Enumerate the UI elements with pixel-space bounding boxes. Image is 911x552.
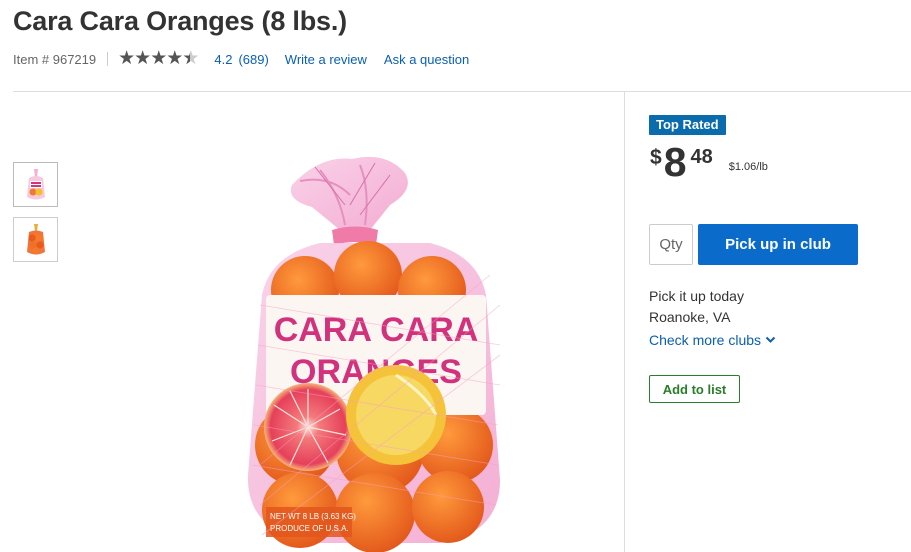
- price: $ 8 48 $1.06/lb: [650, 140, 768, 184]
- chevron-down-icon: [765, 336, 776, 344]
- star-full-icon: ★: [150, 48, 167, 69]
- check-more-clubs-label: Check more clubs: [649, 332, 762, 348]
- pickup-heading: Pick it up today: [649, 288, 744, 304]
- thumbnail-2[interactable]: [13, 217, 58, 262]
- price-dollars: 8: [663, 139, 687, 185]
- product-meta: Item # 967219 ★ ★ ★ ★ ★ 4.2 (689) Write …: [13, 48, 469, 69]
- rating-count[interactable]: (689): [238, 52, 268, 67]
- package-text-line1: CARA CARA: [274, 311, 479, 349]
- pick-up-in-club-button[interactable]: Pick up in club: [698, 224, 858, 265]
- rating-value[interactable]: 4.2: [214, 52, 232, 67]
- quantity-input[interactable]: [649, 224, 693, 265]
- unit-price: $1.06/lb: [728, 161, 768, 173]
- rating-stars[interactable]: ★ ★ ★ ★ ★: [118, 48, 199, 69]
- divider: [107, 52, 109, 66]
- product-image[interactable]: CARA CARA ORANGES NET WT 8 LB (3.63 KG) …: [200, 145, 580, 552]
- thumbnail-1[interactable]: [13, 162, 58, 207]
- product-title: Cara Cara Oranges (8 lbs.): [13, 6, 347, 36]
- item-number: Item # 967219: [13, 51, 97, 67]
- star-partial-icon: ★: [182, 49, 199, 68]
- ask-question-link[interactable]: Ask a question: [384, 52, 469, 67]
- club-location: Roanoke, VA: [649, 309, 731, 325]
- orange-bag-thumbnail-icon: [26, 223, 45, 254]
- star-full-icon: ★: [134, 48, 151, 69]
- star-full-icon: ★: [166, 48, 183, 69]
- origin-text: PRODUCE OF U.S.A.: [270, 524, 349, 533]
- price-currency: $: [650, 146, 662, 169]
- write-review-link[interactable]: Write a review: [285, 52, 367, 67]
- header-divider: [13, 91, 911, 92]
- star-full-icon: ★: [118, 48, 135, 69]
- column-divider: [624, 92, 625, 552]
- check-more-clubs-link[interactable]: Check more clubs: [649, 332, 776, 348]
- price-cents: 48: [690, 146, 713, 168]
- top-rated-badge: Top Rated: [649, 115, 726, 135]
- add-to-list-button[interactable]: Add to list: [649, 375, 740, 403]
- orange-bag-thumbnail-icon: [26, 168, 45, 199]
